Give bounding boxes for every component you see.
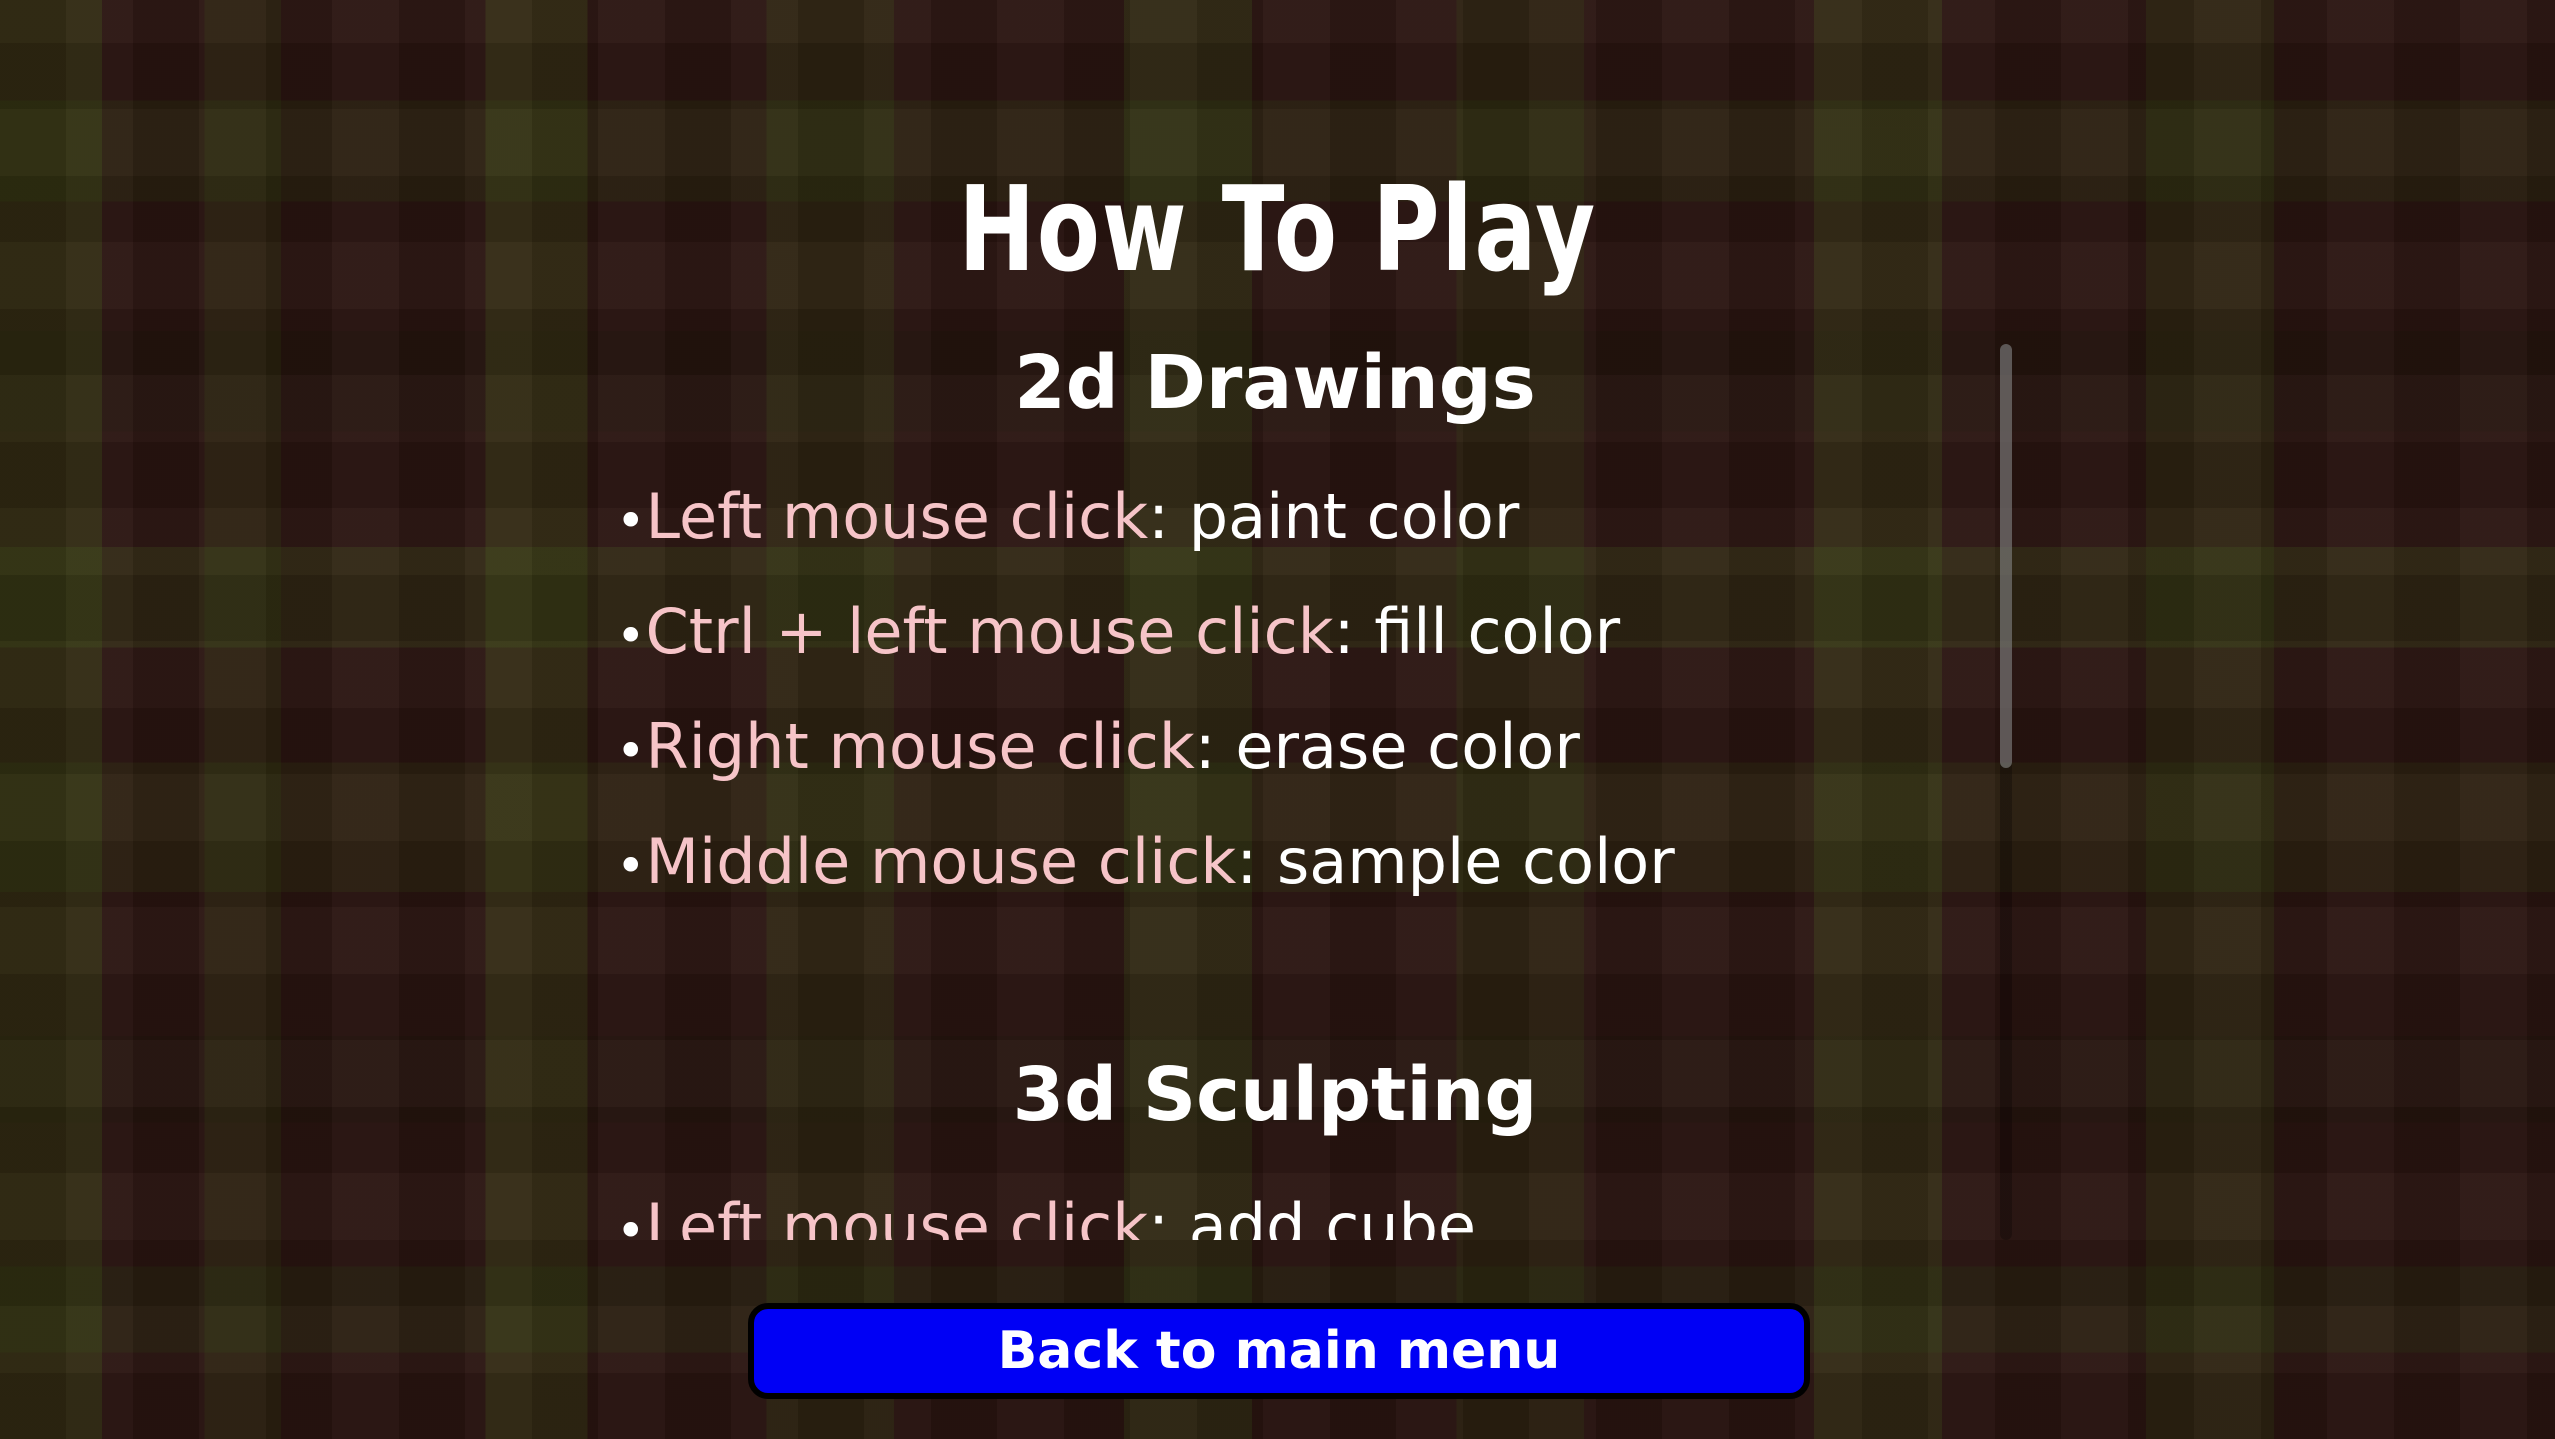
control-action: sample color [1276, 825, 1675, 898]
control-key: Right mouse click [645, 710, 1195, 783]
control-action: fill color [1374, 595, 1621, 668]
control-key: Ctrl + left mouse click [645, 595, 1334, 668]
bullet: • [616, 606, 646, 665]
scrollbar-thumb[interactable] [2000, 344, 2012, 768]
section-heading-2d-drawings: 2d Drawings [1014, 340, 1536, 426]
control-action: add cube [1188, 1190, 1477, 1240]
control-action: paint color [1188, 480, 1520, 553]
back-to-main-menu-button[interactable]: Back to main menu [748, 1303, 1810, 1399]
list-item: •Left mouse click: paint color [616, 480, 1519, 553]
control-action: erase color [1235, 710, 1580, 783]
control-key: Middle mouse click [645, 825, 1237, 898]
separator: : [1194, 710, 1236, 783]
bullet: • [616, 836, 646, 895]
list-item: •Middle mouse click: sample color [616, 825, 1675, 898]
separator: : [1148, 1190, 1189, 1240]
bullet: • [616, 491, 646, 550]
separator: : [1148, 480, 1189, 553]
control-key: Left mouse click [645, 1190, 1149, 1240]
control-key: Left mouse click [645, 480, 1149, 553]
list-item: •Left mouse click: add cube [616, 1190, 1476, 1240]
instructions-scroll-area[interactable]: 2d Drawings •Left mouse click: paint col… [560, 340, 2020, 1240]
separator: : [1333, 595, 1375, 668]
list-item: •Right mouse click: erase color [616, 710, 1580, 783]
bullet: • [616, 1201, 646, 1240]
list-item: •Ctrl + left mouse click: fill color [616, 595, 1620, 668]
page-title: How To Play [958, 160, 1597, 298]
section-heading-3d-sculpting: 3d Sculpting [1012, 1052, 1538, 1138]
bullet: • [616, 721, 646, 780]
separator: : [1236, 825, 1277, 898]
